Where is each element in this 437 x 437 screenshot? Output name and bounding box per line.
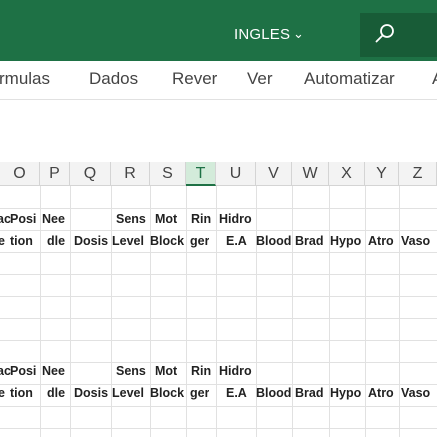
cell-text[interactable]: e [0,234,5,248]
tab-automatizar[interactable]: Automatizar [304,69,395,89]
cell-text[interactable]: Brad [295,386,323,400]
cell-text[interactable]: Rin [191,364,211,378]
search-icon[interactable] [373,22,397,46]
cell-text[interactable]: Hidro [219,364,252,378]
cell-text[interactable]: Hidro [219,212,252,226]
cell-text[interactable]: Vaso [401,234,430,248]
cell-text[interactable]: Nee [42,212,65,226]
column-header-x[interactable]: X [329,162,365,186]
cell-text[interactable]: dle [47,234,65,248]
tab-dados[interactable]: Dados [89,69,138,89]
cell-text[interactable]: Blood [256,234,291,248]
cell-text[interactable]: Atro [368,386,394,400]
column-header-s[interactable]: S [150,162,186,186]
tab-formulas[interactable]: rmulas [0,69,50,89]
cell-text[interactable]: Hypo [330,386,361,400]
column-header-w[interactable]: W [292,162,329,186]
tab-ver[interactable]: Ver [247,69,273,89]
toolbar-area [0,100,437,163]
column-header-t[interactable]: T [186,162,216,186]
column-header-o[interactable]: O [0,162,40,186]
cell-text[interactable]: Sens [116,364,146,378]
column-header-z[interactable]: Z [399,162,437,186]
cell-text[interactable]: Mot [155,364,177,378]
column-header-r[interactable]: R [111,162,150,186]
cell-text[interactable]: Level [112,234,144,248]
cell-text[interactable]: ger [190,386,209,400]
cell-text[interactable]: Block [150,234,184,248]
cell-text[interactable]: Dosis [74,386,108,400]
language-selector[interactable]: INGLES [234,26,290,43]
search-button[interactable] [360,13,437,57]
column-header-q[interactable]: Q [70,162,111,186]
cell-text[interactable]: Mot [155,212,177,226]
cell-text[interactable]: E.A [226,386,247,400]
cell-text[interactable]: Atro [368,234,394,248]
cell-text[interactable]: Hypo [330,234,361,248]
cell-text[interactable]: Posi [10,364,36,378]
cell-text[interactable]: tion [10,386,33,400]
column-header-v[interactable]: V [256,162,292,186]
column-header-y[interactable]: Y [365,162,399,186]
tab-more[interactable]: A [432,69,437,89]
cell-text[interactable]: e [0,386,5,400]
cell-text[interactable]: Block [150,386,184,400]
cell-text[interactable]: ger [190,234,209,248]
cell-text[interactable]: Brad [295,234,323,248]
cell-text[interactable]: dle [47,386,65,400]
cell-text[interactable]: Vaso [401,386,430,400]
tab-rever[interactable]: Rever [172,69,217,89]
cell-text[interactable]: Posi [10,212,36,226]
column-header-u[interactable]: U [216,162,256,186]
chevron-down-icon[interactable]: ⌄ [293,26,304,42]
cell-text[interactable]: Blood [256,386,291,400]
cell-text[interactable]: Sens [116,212,146,226]
cell-text[interactable]: Rin [191,212,211,226]
cell-text[interactable]: E.A [226,234,247,248]
cell-text[interactable]: tion [10,234,33,248]
cell-text[interactable]: Level [112,386,144,400]
cell-text[interactable]: Nee [42,364,65,378]
cell-text[interactable]: Dosis [74,234,108,248]
column-header-p[interactable]: P [40,162,70,186]
